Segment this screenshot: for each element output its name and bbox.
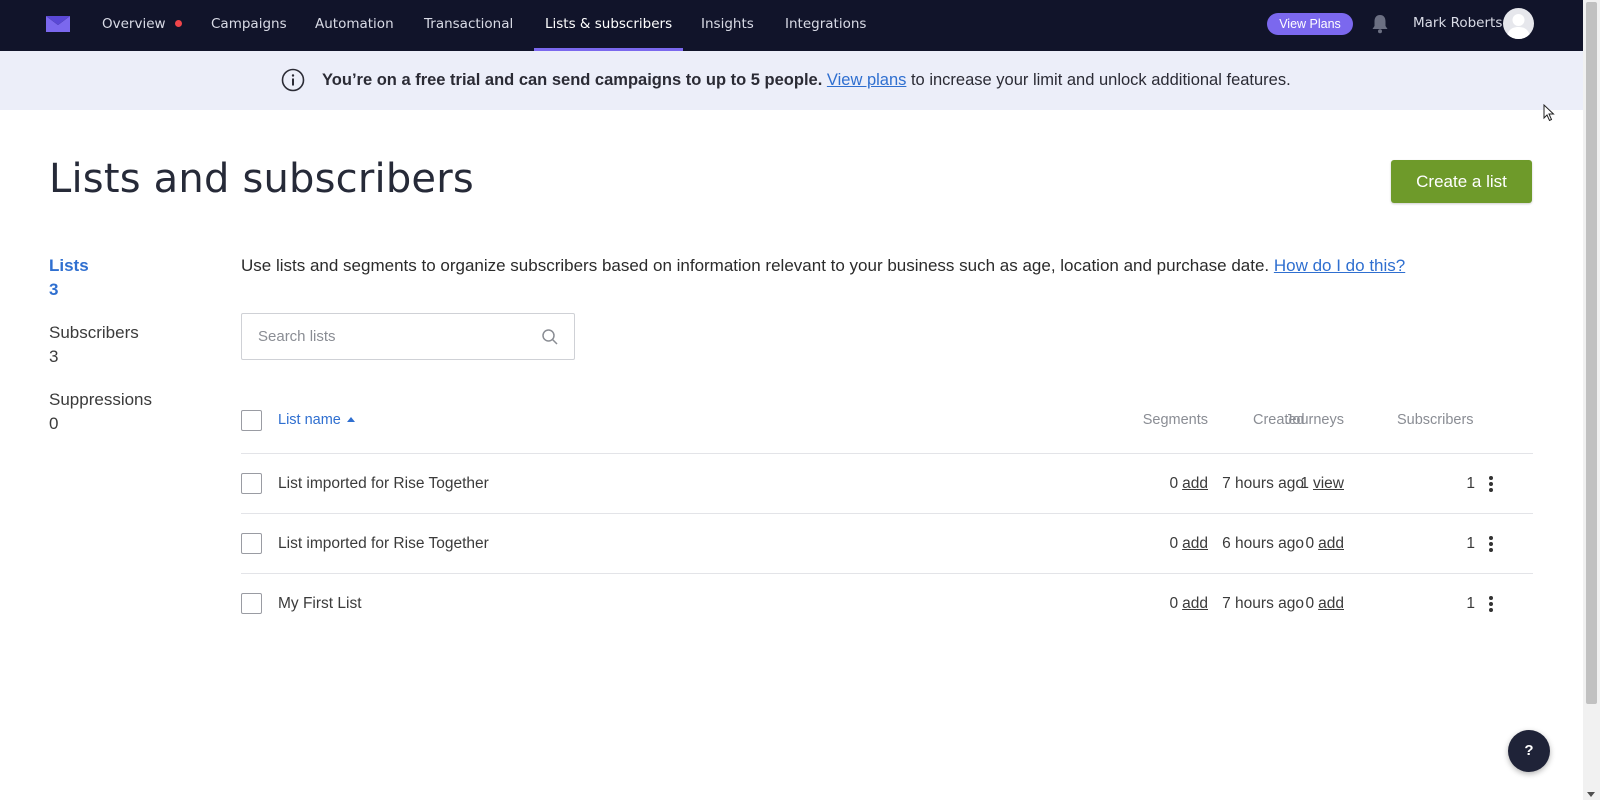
stat-lists[interactable]: Lists 3 xyxy=(49,254,89,302)
notification-dot xyxy=(174,20,182,27)
row-checkbox[interactable] xyxy=(241,473,262,494)
journeys-add-link[interactable]: add xyxy=(1318,595,1344,612)
nav-overview[interactable]: Overview xyxy=(102,0,182,51)
created-cell: 6 hours ago xyxy=(1222,535,1304,552)
journeys-cell: 1 view xyxy=(1300,475,1344,492)
journeys-view-link[interactable]: view xyxy=(1313,475,1344,492)
nav-insights[interactable]: Insights xyxy=(701,0,754,51)
list-name[interactable]: My First List xyxy=(278,574,362,634)
stat-suppressions[interactable]: Suppressions 0 xyxy=(49,388,152,436)
nav-transactional[interactable]: Transactional xyxy=(424,0,513,51)
create-list-button[interactable]: Create a list xyxy=(1391,160,1532,203)
intro-text: Use lists and segments to organize subsc… xyxy=(241,256,1406,275)
row-menu-icon[interactable] xyxy=(1481,474,1501,494)
stat-label: Subscribers xyxy=(49,323,139,342)
search-box xyxy=(241,313,575,360)
subscribers-cell: 1 xyxy=(1466,535,1475,552)
stat-label: Suppressions xyxy=(49,390,153,409)
bell-icon[interactable] xyxy=(1371,14,1389,34)
stat-label: Lists xyxy=(49,256,89,275)
stat-value: 0 xyxy=(49,414,59,433)
nav-campaigns[interactable]: Campaigns xyxy=(211,0,287,51)
top-nav: Overview Campaigns Automation Transactio… xyxy=(0,0,1583,51)
table-row: My First List 0 add 0 add 7 hours ago 1 xyxy=(241,574,1533,634)
table-row: List imported for Rise Together 0 add 0 ad… xyxy=(241,514,1533,574)
banner-rest-text: to increase your limit and unlock additi… xyxy=(906,71,1291,89)
lists-table: List name Segments Journeys Created Subs… xyxy=(241,398,1533,634)
subscribers-cell: 1 xyxy=(1466,475,1475,492)
row-menu-icon[interactable] xyxy=(1481,594,1501,614)
banner-bold-text: You’re on a free trial and can send camp… xyxy=(322,71,823,89)
nav-lists-subscribers[interactable]: Lists & subscribers xyxy=(533,0,684,51)
mouse-cursor-icon xyxy=(1543,104,1555,122)
info-icon xyxy=(281,68,305,92)
journeys-add-link[interactable]: add xyxy=(1318,535,1344,552)
journeys-cell: 0 add xyxy=(1305,595,1345,612)
header-subscribers: Subscribers xyxy=(1397,412,1474,428)
page-scrollbar[interactable] xyxy=(1583,0,1600,800)
scroll-down-icon[interactable] xyxy=(1587,792,1595,797)
sort-asc-icon xyxy=(346,417,355,422)
table-header: List name Segments Journeys Created Subs… xyxy=(241,398,1533,454)
table-row: List imported for Rise Together 0 add 1 vi… xyxy=(241,454,1533,514)
select-all-checkbox[interactable] xyxy=(241,410,262,431)
journeys-cell: 0 add xyxy=(1305,535,1345,552)
list-name[interactable]: List imported for Rise Together xyxy=(278,454,489,514)
row-checkbox[interactable] xyxy=(241,593,262,614)
user-name[interactable]: Mark Roberts xyxy=(1413,0,1502,47)
nav-automation[interactable]: Automation xyxy=(315,0,394,51)
row-checkbox[interactable] xyxy=(241,533,262,554)
banner-message: You’re on a free trial and can send camp… xyxy=(322,51,1291,110)
created-cell: 7 hours ago xyxy=(1222,595,1304,612)
header-list-name[interactable]: List name xyxy=(278,398,355,443)
stat-subscribers[interactable]: Subscribers 3 xyxy=(49,321,139,369)
scrollbar-thumb[interactable] xyxy=(1586,2,1597,704)
stat-value: 3 xyxy=(49,347,59,366)
page-title: Lists and subscribers xyxy=(49,156,474,202)
header-created: Created xyxy=(1253,412,1305,428)
search-icon[interactable] xyxy=(541,328,559,346)
header-segments: Segments xyxy=(1142,412,1208,428)
list-name[interactable]: List imported for Rise Together xyxy=(278,514,489,574)
trial-banner: You’re on a free trial and can send camp… xyxy=(0,51,1583,110)
stat-value: 3 xyxy=(49,280,59,299)
search-input[interactable] xyxy=(258,314,528,359)
help-button[interactable]: ? xyxy=(1508,730,1550,772)
view-plans-link[interactable]: View plans xyxy=(827,71,907,89)
created-cell: 7 hours ago xyxy=(1222,475,1304,492)
subscribers-cell: 1 xyxy=(1466,595,1475,612)
view-plans-button[interactable]: View Plans xyxy=(1267,13,1353,35)
logo-icon[interactable] xyxy=(46,16,70,32)
avatar[interactable] xyxy=(1503,8,1534,39)
nav-integrations[interactable]: Integrations xyxy=(785,0,866,51)
row-menu-icon[interactable] xyxy=(1481,534,1501,554)
how-do-i-link[interactable]: How do I do this? xyxy=(1274,256,1405,275)
